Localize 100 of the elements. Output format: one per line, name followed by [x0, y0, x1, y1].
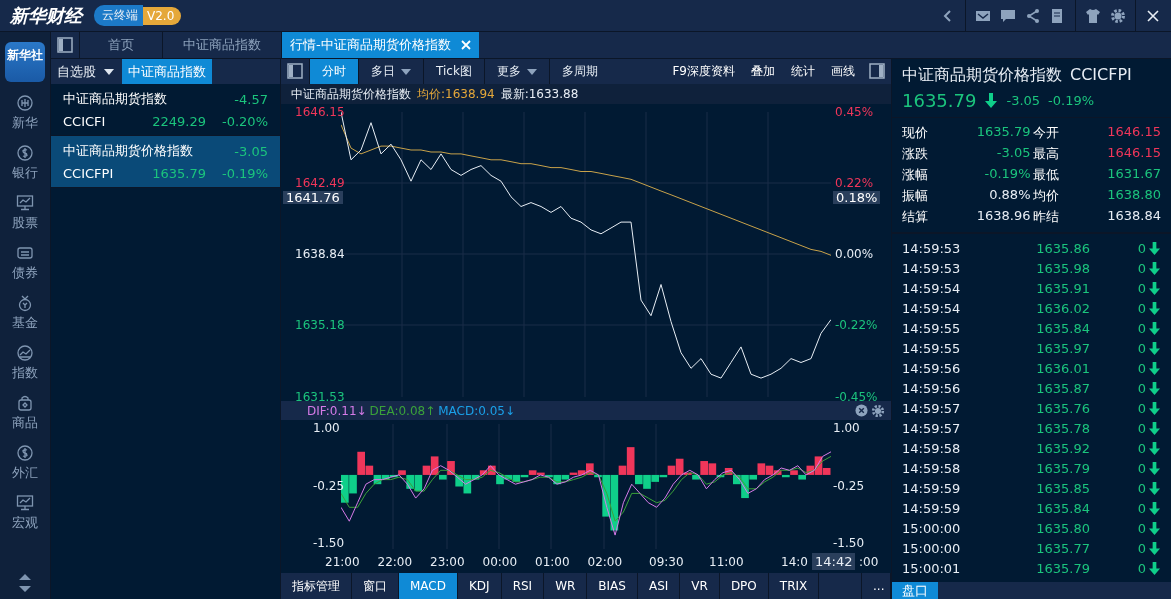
trade-volume: 0 — [1136, 540, 1146, 556]
trade-price: 1635.91 — [1035, 280, 1090, 296]
trade-price: 1635.77 — [1035, 540, 1090, 556]
trade-volume: 0 — [1136, 380, 1146, 396]
price-axis-label: 1638.84 — [295, 248, 345, 261]
stat-value: 1638.96 — [975, 208, 1031, 225]
percent-axis-label: 0.45% — [835, 105, 874, 119]
stat-label: 涨幅 — [902, 166, 928, 184]
percent-axis-label: -0.45% — [835, 390, 878, 404]
trade-price: 1635.98 — [1035, 260, 1090, 276]
trade-price: 1635.97 — [1035, 340, 1090, 356]
stat-label: 均价 — [1032, 187, 1059, 205]
macd-axis-label: 1.00 — [313, 420, 340, 435]
trade-time: 14:59:53 — [902, 240, 962, 256]
stat-value: 1638.80 — [1106, 187, 1161, 204]
dif-value: DIF:0.11↓ — [307, 403, 367, 418]
chart-title: 中证商品期货价格指数 — [291, 85, 411, 103]
quote-percent: -0.19% — [1048, 93, 1095, 108]
product-badge: 云终端 — [94, 5, 143, 26]
trade-time: 14:59:56 — [902, 360, 962, 376]
time-axis-label: 11:00 — [709, 555, 744, 569]
change-value: -4.57 — [234, 91, 268, 107]
trade-volume: 0 — [1136, 320, 1146, 336]
trade-time: 14:59:55 — [902, 320, 962, 336]
dea-value: DEA:0.08↑ — [369, 403, 436, 418]
trade-time: 14:59:55 — [902, 340, 962, 356]
percent-value: -0.19% — [222, 166, 268, 181]
time-axis-label: :00 — [859, 555, 879, 569]
time-axis-label: 01:00 — [535, 555, 570, 569]
trade-price: 1635.92 — [1035, 440, 1090, 456]
stat-value: -0.19% — [983, 166, 1031, 183]
trade-volume: 0 — [1136, 360, 1146, 376]
stat-label: 结算 — [902, 208, 928, 226]
price-axis-label: 1635.18 — [295, 319, 345, 333]
trade-price: 1635.80 — [1035, 520, 1090, 536]
macd-value: MACD:0.05↓ — [438, 403, 515, 418]
trade-time: 14:59:54 — [902, 300, 962, 316]
stat-label: 最高 — [1032, 145, 1059, 163]
trade-time: 14:59:57 — [902, 420, 962, 436]
time-axis-label: 14:0 — [781, 555, 808, 569]
trade-time: 14:59:59 — [902, 500, 962, 516]
cursor-time: 14:42 — [812, 553, 856, 570]
trade-time: 14:59:59 — [902, 480, 962, 496]
instrument-code: CCICFI — [63, 114, 107, 129]
quote-change: -3.05 — [1006, 93, 1041, 108]
time-axis-label: 22:00 — [377, 555, 413, 569]
cursor-percent: 0.18% — [833, 191, 881, 205]
trade-volume: 0 — [1136, 460, 1146, 476]
trade-time: 14:59:57 — [902, 400, 962, 416]
trade-price: 1635.78 — [1035, 420, 1090, 436]
trade-price: 1635.76 — [1035, 400, 1090, 416]
trade-price: 1636.01 — [1035, 360, 1090, 376]
price-axis-label: 1646.15 — [295, 105, 345, 119]
macd-axis-label: -1.50 — [833, 536, 865, 551]
trade-volume: 0 — [1136, 520, 1146, 536]
stat-label: 现价 — [902, 124, 928, 142]
trade-time: 15:00:01 — [902, 560, 962, 576]
macd-axis-label: -1.50 — [313, 536, 345, 551]
instrument-name: 中证商品期货价格指数 — [63, 142, 193, 160]
time-axis-label: 23:00 — [430, 555, 465, 569]
quote-title: 中证商品期货价格指数 — [902, 65, 1062, 86]
version-badge: V2.0 — [143, 6, 182, 25]
trade-time: 14:59:58 — [902, 440, 962, 456]
trade-time: 14:59:56 — [902, 380, 962, 396]
trade-time: 14:59:54 — [902, 280, 962, 296]
stat-value: 1635.79 — [975, 124, 1031, 141]
trade-price: 1635.84 — [1035, 500, 1090, 516]
trade-price: 1635.79 — [1035, 560, 1090, 576]
stat-value: 1646.15 — [1106, 145, 1161, 162]
price-value: 2249.29 — [152, 114, 206, 129]
macd-axis-label: 1.00 — [833, 420, 860, 435]
stat-value: -3.05 — [995, 145, 1031, 162]
percent-axis-label: 0.22% — [835, 176, 874, 190]
quote-code: CCICFPI — [1070, 65, 1132, 86]
macd-axis-label: -0.25 — [833, 478, 865, 493]
stat-label: 今开 — [1032, 124, 1059, 142]
trade-volume: 0 — [1136, 420, 1146, 436]
price-axis-label: 1631.53 — [295, 390, 345, 404]
stat-label: 振幅 — [902, 187, 928, 205]
trade-volume: 0 — [1136, 340, 1146, 356]
trade-time: 14:59:58 — [902, 460, 962, 476]
stat-value: 1646.15 — [1106, 124, 1161, 141]
time-axis-label: 09:30 — [649, 555, 684, 569]
trade-price: 1636.02 — [1035, 300, 1090, 316]
trade-price: 1635.85 — [1035, 480, 1090, 496]
average-price: 均价:1638.94 — [417, 85, 495, 103]
trade-price: 1635.87 — [1035, 380, 1090, 396]
trade-volume: 0 — [1136, 480, 1146, 496]
instrument-code: CCICFPI — [63, 166, 115, 181]
trade-time: 14:59:53 — [902, 260, 962, 276]
instrument-name: 中证商品期货指数 — [63, 90, 167, 108]
trade-volume: 0 — [1136, 440, 1146, 456]
stat-value: 1638.84 — [1106, 208, 1161, 225]
trade-volume: 0 — [1136, 500, 1146, 516]
stat-label: 最低 — [1032, 166, 1059, 184]
brand-logo: 新华社 — [5, 42, 45, 82]
time-axis-label: 00:00 — [482, 555, 518, 569]
percent-axis-label: -0.22% — [835, 319, 878, 333]
stat-label: 昨结 — [1032, 208, 1059, 226]
cursor-price: 1641.76 — [283, 191, 343, 205]
